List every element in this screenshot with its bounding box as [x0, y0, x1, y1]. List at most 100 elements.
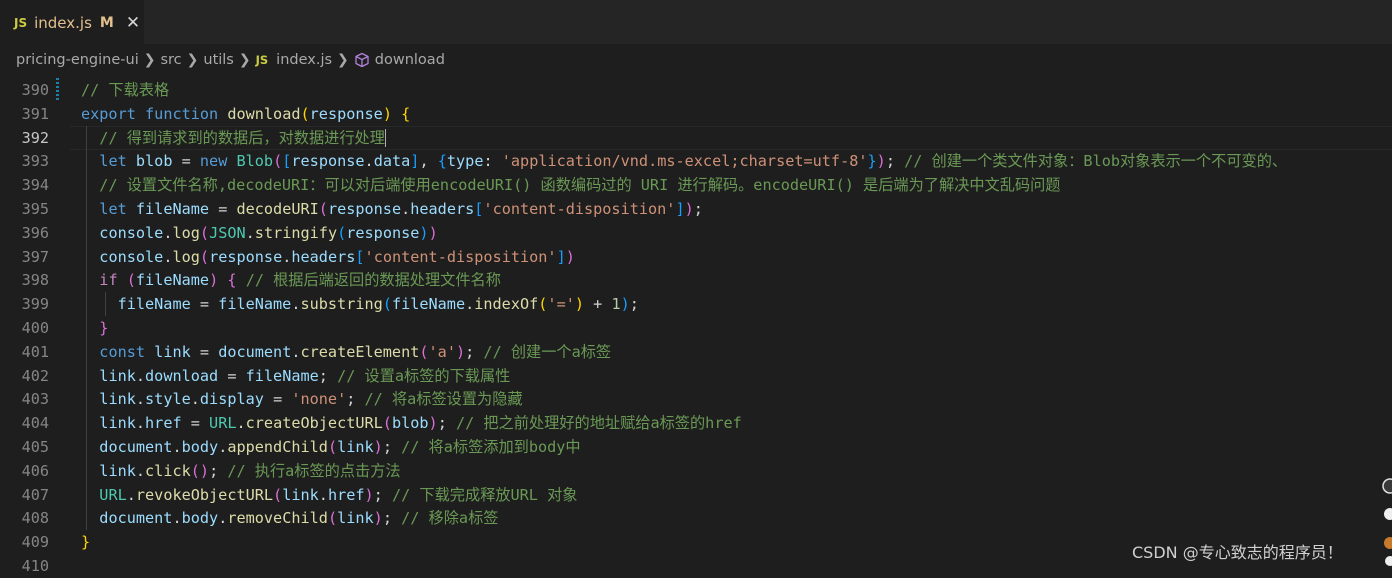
code-line[interactable]: 390 // 下载表格 [0, 78, 1392, 102]
breadcrumb-item-project[interactable]: pricing-engine-ui [16, 52, 139, 68]
code-line[interactable]: 398 if (fileName) { // 根据后端返回的数据处理文件名称 [0, 268, 1392, 293]
code-token: function [145, 104, 219, 123]
code-token: createElement [300, 342, 420, 361]
code-editor[interactable]: 390// 下载表格 391 export function download(re… [0, 76, 1392, 575]
code-token: body [181, 438, 219, 456]
code-line[interactable]: 400 } [0, 316, 1392, 340]
code-token: . [135, 366, 146, 385]
code-token: ; [885, 152, 905, 171]
code-token: headers [410, 200, 475, 218]
code-token: body [181, 509, 219, 528]
code-token: // 下载表格 [81, 81, 170, 99]
code-token: link [99, 461, 136, 480]
code-line[interactable]: 405 document.body.appendChild(link); // … [0, 435, 1392, 459]
code-token: ) [684, 200, 694, 218]
code-token: ( [382, 295, 392, 314]
code-token: 'content-disposition' [364, 247, 557, 266]
code-token: fileName [245, 366, 319, 385]
code-token: link [282, 485, 319, 504]
code-token: URL [209, 414, 237, 433]
code-line[interactable]: 397 console.log(response.headers['conten… [0, 244, 1392, 269]
code-token: . [190, 390, 200, 409]
code-token: = [172, 152, 200, 171]
close-icon[interactable]: ✕ [126, 13, 140, 33]
code-token: console [99, 247, 164, 266]
code-text: URL.revokeObjectURL(link.href); // 下载完成释… [81, 483, 577, 507]
code-line[interactable]: 401 const link = document.createElement(… [0, 339, 1392, 364]
line-number: 407 [21, 485, 49, 504]
code-token: ) [428, 414, 438, 433]
code-token: URL [99, 485, 127, 504]
breadcrumb-item-src[interactable]: src [160, 52, 181, 68]
code-token: { [227, 271, 237, 290]
breadcrumb-item-utils[interactable]: utils [203, 52, 234, 68]
line-number: 393 [21, 152, 49, 171]
code-text: console.log(JSON.stringify(response)) [81, 221, 437, 245]
code-token: . [172, 438, 182, 456]
code-line[interactable]: 404 link.href = URL.createObjectURL(blob… [0, 411, 1392, 436]
code-token: 'a' [428, 342, 456, 361]
code-token: [ [355, 247, 365, 266]
code-text: link.click(); // 执行a标签的点击方法 [81, 459, 400, 483]
code-line[interactable]: 395 let fileName = decodeURI(response.he… [0, 197, 1392, 221]
code-text: // 下载表格 [81, 78, 169, 102]
code-token: href [327, 485, 365, 504]
code-token: . [318, 485, 328, 504]
code-line[interactable]: 392 // 得到请求到的数据后，对数据进行处理 [0, 125, 1392, 150]
code-token: removeChild [227, 509, 328, 528]
code-text: if (fileName) { // 根据后端返回的数据处理文件名称 [81, 268, 501, 292]
breadcrumb-item-symbol[interactable]: download [375, 52, 445, 68]
code-token: link [99, 366, 136, 385]
line-number: 404 [21, 414, 49, 433]
line-number: 402 [21, 366, 49, 385]
code-token: link [154, 342, 191, 361]
code-token: ) [199, 461, 210, 480]
code-token: // 设置文件名称,decodeURI：可以对后端使用encodeURI() 函… [99, 176, 1061, 195]
code-token: if [99, 271, 118, 290]
code-line[interactable]: 406 link.click(); // 执行a标签的点击方法 [0, 458, 1392, 483]
code-line[interactable]: 393 let blob = new Blob([response.data],… [0, 149, 1392, 174]
code-line[interactable]: 403 link.style.display = 'none'; // 将a标签… [0, 387, 1392, 412]
code-token: ) [373, 509, 383, 528]
code-token: blob [391, 414, 429, 433]
code-line[interactable]: 399 fileName = fileName.substring(fileNa… [0, 292, 1392, 317]
code-line[interactable]: 407 URL.revokeObjectURL(link.href); // 下… [0, 482, 1392, 507]
code-token: JSON [209, 223, 246, 242]
code-token: ( [199, 223, 210, 242]
code-token: ] [675, 200, 685, 218]
breadcrumb-item-file[interactable]: index.js [276, 52, 332, 68]
code-token: new [199, 152, 228, 171]
code-line[interactable]: 391 export function download(response) { [0, 102, 1392, 126]
code-token: . [282, 247, 292, 266]
code-token: ; [209, 461, 228, 480]
code-line[interactable]: 408 document.body.removeChild(link); // … [0, 506, 1392, 531]
code-text: let blob = new Blob([response.data], {ty… [81, 149, 1287, 173]
code-token: ; [318, 366, 338, 385]
code-token: stringify [254, 223, 338, 242]
code-token: ( [382, 414, 392, 433]
code-token: href [145, 414, 182, 433]
code-token: headers [291, 247, 356, 266]
code-token: ( [199, 247, 210, 266]
code-token: ( [327, 438, 338, 456]
code-text: console.log(response.headers['content-di… [81, 245, 575, 269]
code-line[interactable]: 402 link.download = fileName; // 设置a标签的下… [0, 363, 1392, 388]
code-token: ; [382, 509, 402, 528]
code-token: // 设置a标签的下载属性 [337, 366, 511, 385]
code-token: . [245, 223, 255, 242]
code-token: ; [346, 390, 365, 409]
code-token: ) [364, 485, 374, 504]
code-token: click [145, 461, 191, 480]
code-line[interactable]: 396 console.log(JSON.stringify(response)… [0, 220, 1392, 245]
code-line[interactable]: 394 // 设置文件名称,decodeURI：可以对后端使用encodeURI… [0, 173, 1392, 198]
tab-index-js[interactable]: JS index.js M ✕ [0, 0, 144, 44]
code-text: link.href = URL.createObjectURL(blob); /… [81, 411, 741, 435]
